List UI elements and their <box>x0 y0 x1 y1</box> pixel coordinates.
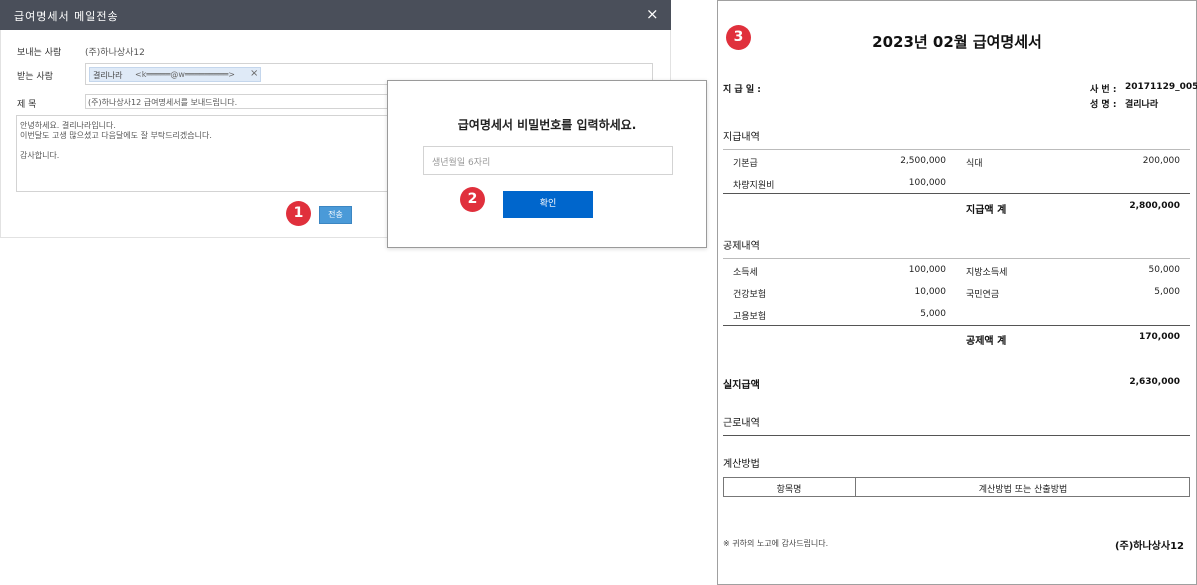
deduction-value: 100,000 <box>908 265 946 275</box>
deductions-total-label: 공제액 계 <box>966 336 1007 347</box>
earning-value: 100,000 <box>908 178 946 188</box>
deduction-label: 소득세 <box>733 268 758 278</box>
employee-name: 결리나라 <box>1125 100 1159 110</box>
sender-value: (주)하나상사12 <box>85 48 145 58</box>
net-pay-label: 실지급액 <box>723 380 760 391</box>
calc-section-title: 계산방법 <box>723 459 760 470</box>
employee-no-label: 사 번 : <box>1090 85 1117 95</box>
deduction-label: 건강보험 <box>733 290 767 300</box>
earnings-total-label: 지급액 계 <box>966 205 1007 216</box>
earning-label: 식대 <box>966 159 983 169</box>
deduction-label: 국민연금 <box>966 290 1000 300</box>
body-line: 감사합니다. <box>20 151 60 160</box>
subject-label: 제 목 <box>17 100 37 110</box>
employee-no: 20171129_005 <box>1125 82 1197 92</box>
footer-note: ※ 귀하의 노고에 감사드립니다. <box>723 539 829 548</box>
deduction-label: 고용보험 <box>733 312 767 322</box>
earning-label: 기본급 <box>733 159 758 169</box>
divider <box>723 149 1190 150</box>
close-icon[interactable]: × <box>646 6 659 22</box>
recipient-label: 받는 사람 <box>17 72 53 82</box>
name-label: 성 명 : <box>1090 100 1117 110</box>
remove-recipient-icon[interactable]: × <box>250 68 258 79</box>
deduction-value: 5,000 <box>1154 287 1180 297</box>
send-button[interactable]: 전송 <box>319 206 352 224</box>
divider <box>723 193 1190 194</box>
work-section-title: 근로내역 <box>723 418 760 429</box>
confirm-button[interactable]: 확인 <box>503 191 593 218</box>
deduction-value: 10,000 <box>914 287 947 297</box>
password-prompt: 급여명세서 비밀번호를 입력하세요. <box>457 118 637 132</box>
payslip-title: 2023년 02월 급여명세서 <box>872 33 1042 51</box>
divider <box>723 258 1190 259</box>
email-dialog-title: 급여명세서 메일전송 <box>14 10 119 23</box>
body-line: 이번달도 고생 많으셨고 다음달에도 잘 부탁드리겠습니다. <box>20 131 212 140</box>
step-badge-2: 2 <box>460 187 485 212</box>
password-placeholder: 생년월일 6자리 <box>432 158 491 168</box>
sender-label: 보내는 사람 <box>17 48 62 58</box>
table-header: 항목명 <box>776 485 802 495</box>
divider <box>723 325 1190 326</box>
net-pay-value: 2,630,000 <box>1129 377 1180 387</box>
recipient-chip-email: <k═════@w═════════> <box>135 70 236 79</box>
earning-value: 200,000 <box>1142 156 1180 166</box>
earnings-section-title: 지급내역 <box>723 132 760 143</box>
table-header: 계산방법 또는 산출방법 <box>978 485 1068 495</box>
earnings-total: 2,800,000 <box>1129 201 1180 211</box>
divider <box>723 435 1190 436</box>
step-badge-1: 1 <box>286 201 311 226</box>
deduction-value: 5,000 <box>920 309 946 319</box>
pay-date-label: 지 급 일 : <box>723 85 761 95</box>
recipient-chip-name: 결리나라 <box>93 71 123 80</box>
earning-label: 차량지원비 <box>733 181 775 191</box>
deductions-total: 170,000 <box>1139 332 1180 342</box>
deduction-label: 지방소득세 <box>966 268 1008 278</box>
deductions-section-title: 공제내역 <box>723 241 760 252</box>
company-name: (주)하나상사12 <box>1114 541 1184 552</box>
subject-value: (주)하나상사12 급여명세서를 보내드립니다. <box>88 98 238 107</box>
earning-value: 2,500,000 <box>900 156 946 166</box>
deduction-value: 50,000 <box>1148 265 1181 275</box>
